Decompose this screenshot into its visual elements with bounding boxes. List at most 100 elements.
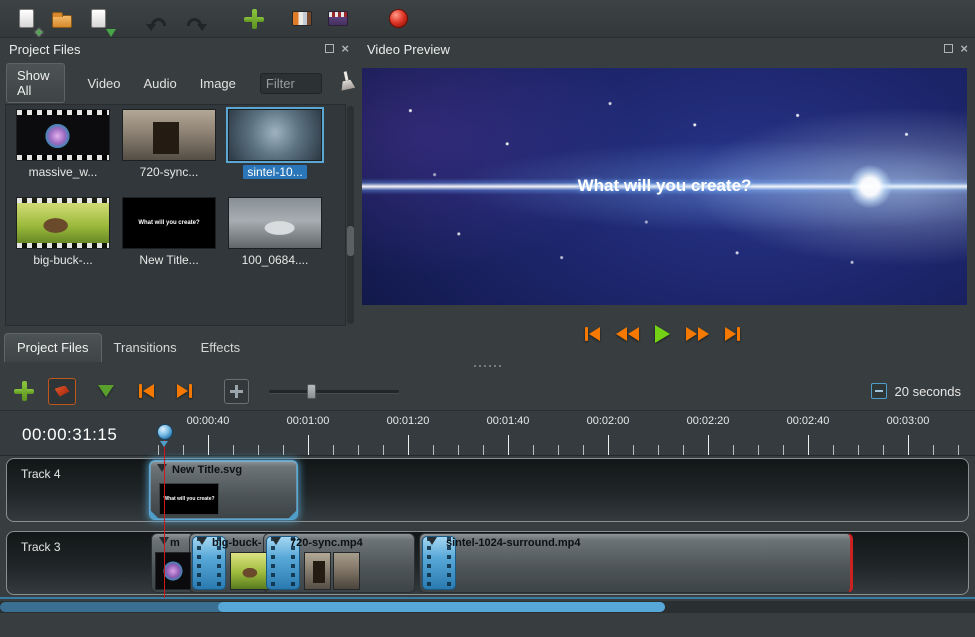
ruler-mark: 00:01:20 — [387, 415, 430, 427]
float-panel-icon[interactable] — [325, 44, 334, 53]
fast-forward-button[interactable] — [686, 327, 709, 341]
main-toolbar: + — [0, 0, 975, 38]
file-item-massive[interactable]: massive_w... — [10, 109, 116, 197]
new-project-button[interactable]: + — [12, 5, 40, 33]
tab-project-files[interactable]: Project Files — [4, 333, 102, 362]
filter-audio-button[interactable]: Audio — [144, 76, 177, 91]
filter-video-button[interactable]: Video — [88, 76, 121, 91]
project-files-titlebar: Project Files × — [0, 38, 356, 62]
files-vertical-scrollbar[interactable] — [347, 106, 354, 324]
project-files-panel: Project Files × Show All Video Audio Ima… — [0, 38, 356, 362]
ruler-mark: 00:01:00 — [287, 415, 330, 427]
play-button[interactable] — [655, 325, 670, 343]
fast-forward-icon — [698, 327, 709, 341]
file-item-100-0684[interactable]: 100_0684.... — [222, 197, 328, 285]
rewind-button[interactable] — [616, 327, 639, 341]
add-track-button[interactable] — [10, 377, 38, 405]
redo-button[interactable] — [180, 5, 208, 33]
playhead-handle[interactable] — [157, 424, 173, 440]
file-item-720-sync[interactable]: 720-sync... — [116, 109, 222, 197]
filter-image-button[interactable]: Image — [200, 76, 236, 91]
clip-menu-chevron-icon[interactable] — [197, 537, 207, 545]
track-4[interactable]: Track 4 New Title.svg What will you crea… — [6, 458, 969, 522]
clip-big-buck[interactable]: big-buck- — [189, 533, 273, 593]
video-preview-title: Video Preview — [367, 42, 450, 57]
clip-label: 720-sync.mp4 — [290, 537, 363, 549]
clip-sintel[interactable]: sintel-1024-surround.mp4 — [419, 533, 853, 593]
jump-to-start-button[interactable] — [585, 327, 600, 341]
file-thumbnail — [16, 109, 110, 161]
files-filter-row: Show All Video Audio Image — [6, 70, 352, 96]
close-panel-icon[interactable]: × — [341, 44, 349, 53]
left-panel-tabs: Project Files Transitions Effects — [0, 332, 356, 362]
save-project-button[interactable] — [84, 5, 112, 33]
file-thumbnail — [16, 197, 110, 249]
filter-input[interactable] — [260, 73, 322, 94]
export-video-button[interactable] — [324, 5, 352, 33]
clip-thumb-text: What will you create? — [163, 496, 214, 502]
timeline-bottom-rule — [0, 597, 975, 599]
ruler-mark: 00:02:40 — [787, 415, 830, 427]
float-panel-icon[interactable] — [944, 44, 953, 53]
files-scrollbar-thumb[interactable] — [347, 226, 354, 256]
project-files-title: Project Files — [9, 42, 81, 57]
zoom-out-button[interactable] — [871, 383, 887, 399]
track-3[interactable]: Track 3 m big-buck- 720-sync.mp4 — [6, 531, 969, 595]
razor-tool-button[interactable] — [48, 378, 76, 405]
clear-filter-broom-icon[interactable] — [334, 71, 354, 96]
new-project-icon — [19, 9, 34, 28]
timeline-ruler[interactable]: 00:00:31:15 00:00:40 00:01:00 00:01:20 0… — [0, 410, 975, 456]
record-icon — [389, 9, 408, 28]
zoom-slider[interactable] — [269, 381, 399, 401]
zoom-slider-track — [269, 390, 399, 393]
playhead-timecode: 00:00:31:15 — [22, 425, 117, 445]
filter-show-all-button[interactable]: Show All — [6, 63, 65, 103]
file-thumbnail — [228, 197, 322, 249]
open-project-button[interactable] — [48, 5, 76, 33]
clip-menu-chevron-icon[interactable] — [271, 537, 281, 545]
file-thumbnail — [122, 109, 216, 161]
file-item-new-title[interactable]: What will you create? New Title... — [116, 197, 222, 285]
clip-label: sintel-1024-surround.mp4 — [446, 537, 580, 549]
file-label: 720-sync... — [140, 165, 199, 179]
timeline-horizontal-scrollbar[interactable] — [0, 601, 975, 613]
import-files-button[interactable] — [240, 5, 268, 33]
ruler-mark: 00:02:20 — [687, 415, 730, 427]
jump-start-timeline-button[interactable] — [132, 377, 160, 405]
tab-transitions[interactable]: Transitions — [102, 334, 189, 362]
track-name: Track 3 — [21, 540, 61, 554]
file-label: sintel-10... — [243, 165, 306, 179]
zoom-scale-label: 20 seconds — [895, 384, 962, 399]
scrollbar-thumb[interactable] — [218, 602, 665, 612]
center-playhead-button[interactable] — [224, 379, 249, 404]
file-thumbnail: What will you create? — [122, 197, 216, 249]
clip-thumbnail — [333, 552, 360, 590]
redo-icon — [187, 18, 202, 26]
rewind-icon — [628, 327, 639, 341]
close-panel-icon[interactable]: × — [960, 44, 968, 53]
jump-start-arrow-icon — [589, 327, 600, 341]
jump-to-end-button[interactable] — [725, 327, 740, 341]
record-button[interactable] — [384, 5, 412, 33]
splitter-handle[interactable] — [0, 360, 975, 372]
video-preview-frame[interactable]: What will you create? — [362, 68, 967, 305]
jump-end-timeline-button[interactable] — [170, 377, 198, 405]
snapping-button[interactable] — [94, 377, 122, 405]
clip-thumbnail: What will you create? — [159, 483, 219, 515]
snapping-arrow-icon — [98, 385, 114, 397]
plus-badge-icon: + — [35, 26, 43, 38]
clip-720-sync[interactable]: 720-sync.mp4 — [263, 533, 415, 593]
minus-icon — [875, 390, 883, 392]
add-track-plus-icon — [14, 381, 34, 401]
zoom-slider-handle[interactable] — [307, 384, 316, 399]
file-item-big-buck[interactable]: big-buck-... — [10, 197, 116, 285]
import-plus-icon — [244, 9, 264, 29]
undo-button[interactable] — [144, 5, 172, 33]
video-preview-titlebar: Video Preview × — [358, 38, 975, 62]
clip-new-title[interactable]: New Title.svg What will you create? — [149, 460, 298, 520]
file-item-sintel[interactable]: sintel-10... — [222, 109, 328, 197]
tab-effects[interactable]: Effects — [189, 334, 253, 362]
choose-profile-button[interactable] — [288, 5, 316, 33]
clip-menu-chevron-icon[interactable] — [157, 464, 167, 472]
clip-menu-chevron-icon[interactable] — [427, 537, 437, 545]
